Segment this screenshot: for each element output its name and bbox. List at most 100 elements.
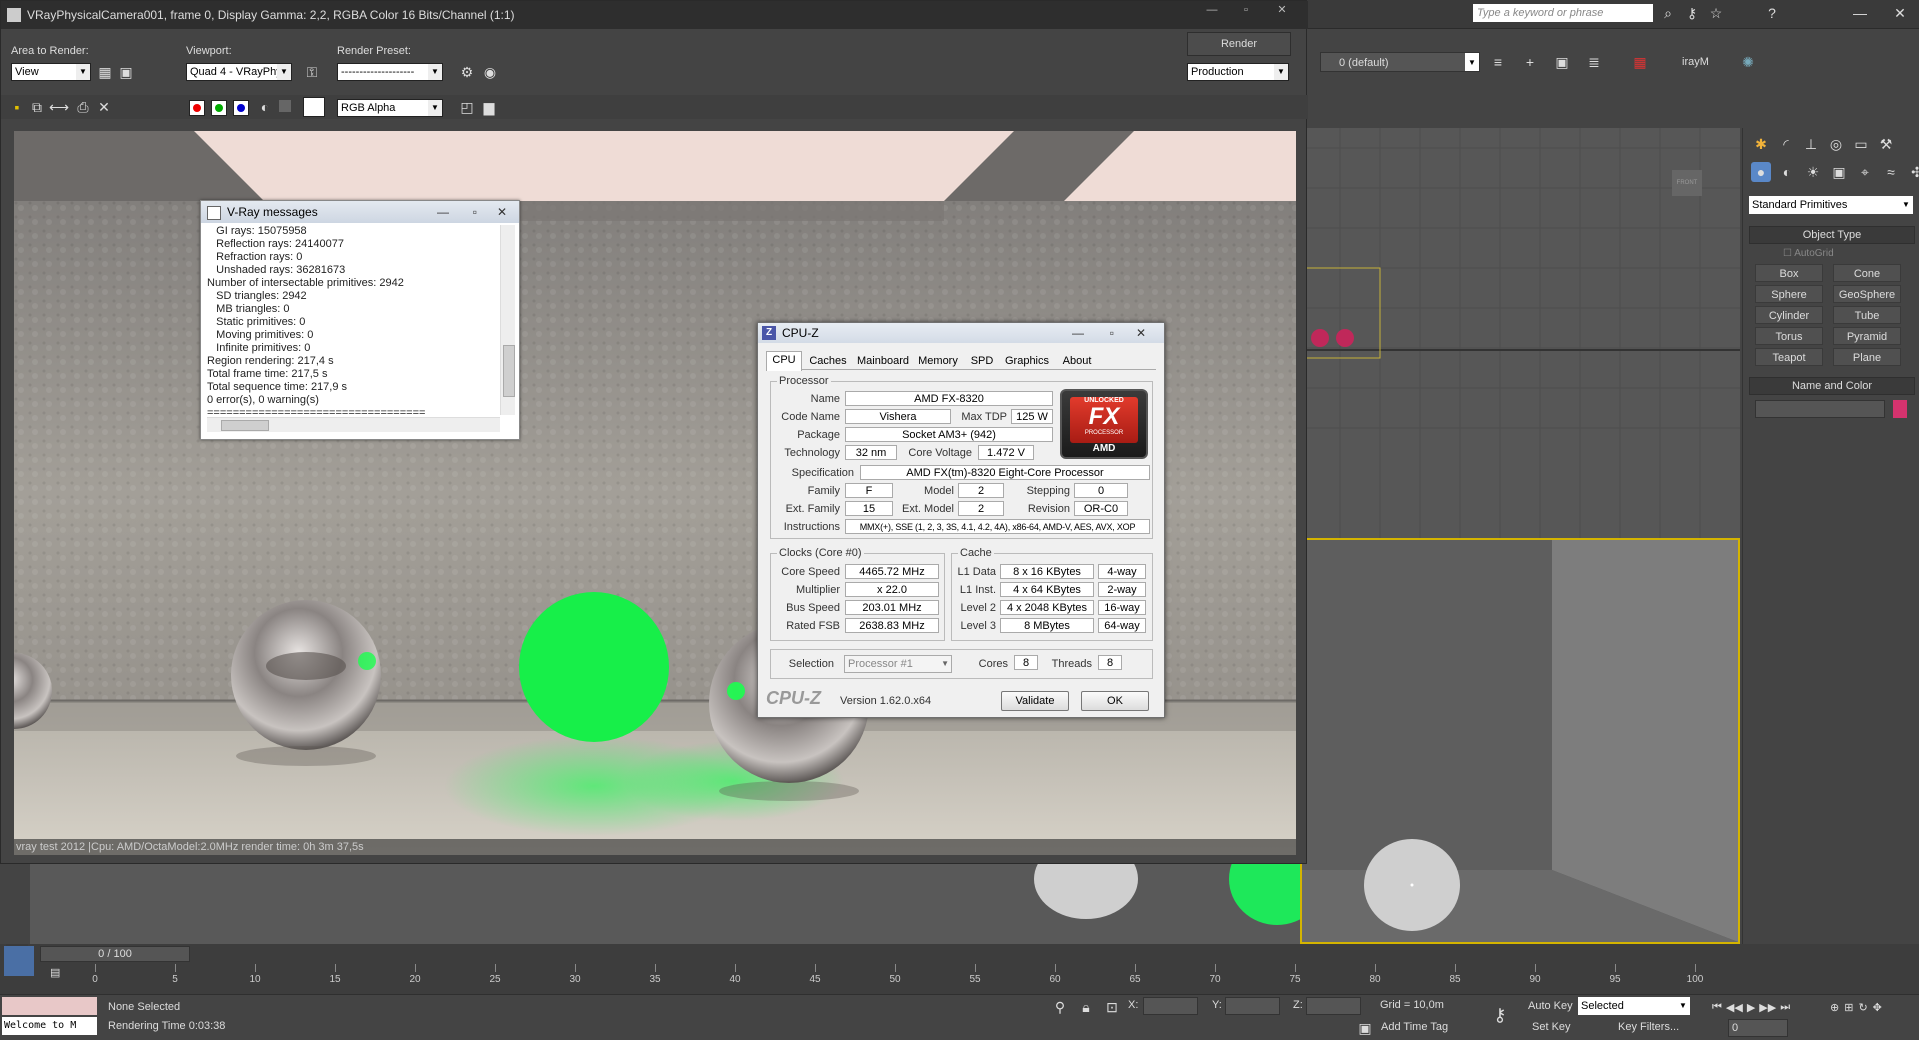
close-icon[interactable]: ✕ [497,201,507,223]
viewport-top-right[interactable]: FRONT [1300,128,1740,538]
orbit-icon[interactable]: ↻ [1858,1001,1867,1014]
spacewarps-icon[interactable]: ≈ [1881,162,1901,182]
layer-manager-icon[interactable]: ≡ [1488,52,1508,72]
minimize-icon[interactable]: — [1197,1,1227,21]
object-name-field[interactable] [1755,400,1885,418]
render-frame-icon[interactable]: ▦ [1630,52,1650,72]
green-channel-toggle[interactable] [211,100,227,116]
cylinder-button[interactable]: Cylinder [1755,306,1823,324]
track-mouse-icon[interactable]: ◰ [457,97,477,117]
hierarchy-tab-icon[interactable]: ⊥ [1801,134,1821,154]
minimize-icon[interactable]: — [1850,3,1870,23]
select-layer-icon[interactable]: ▣ [1552,52,1572,72]
viewport-perspective[interactable] [1300,538,1740,944]
maxscript-listener-pink[interactable] [2,997,97,1015]
time-tag-icon[interactable]: ▣ [1355,1018,1375,1038]
layer-props-icon[interactable]: ≣ [1584,52,1604,72]
display-correction-icon[interactable]: ▆ [479,97,499,117]
go-to-start-icon[interactable]: ⏮ [1712,1001,1722,1014]
mono-toggle[interactable] [279,100,291,112]
close-icon[interactable]: ✕ [1890,3,1910,23]
z-coordinate-field[interactable] [1306,997,1361,1015]
add-time-tag[interactable]: Add Time Tag [1381,1021,1448,1033]
next-frame-icon[interactable]: ▶▶ [1759,1001,1776,1014]
teapot-button[interactable]: Teapot [1755,348,1823,366]
timeline-ticks[interactable]: 0 5 10 15 20 25 30 35 40 45 50 55 60 65 70 75 80 85 90 95 10… [92,964,1703,994]
object-type-rollout[interactable]: Object Type [1749,226,1915,244]
minimize-icon[interactable]: — [1072,323,1084,343]
clone-frame-icon[interactable]: ⧉ [27,97,47,117]
maxscript-listener[interactable]: Welcome to M [2,1017,97,1035]
primitive-type-dropdown[interactable]: Standard Primitives ▼ [1749,196,1913,214]
render-setup-icon[interactable]: ⚙ [457,62,477,82]
systems-icon[interactable]: ✣ [1907,162,1919,182]
create-tab-icon[interactable]: ✱ [1751,134,1771,154]
scroll-thumb[interactable] [503,345,515,397]
absolute-mode-icon[interactable]: ⊡ [1102,997,1122,1017]
tab-graphics[interactable]: Graphics [1002,353,1052,369]
set-key-icon[interactable]: ⚷ [1490,1005,1510,1025]
object-color-swatch[interactable] [1893,400,1907,418]
maximize-icon[interactable]: ▫ [1231,1,1261,21]
tube-button[interactable]: Tube [1833,306,1901,324]
previous-frame-icon[interactable]: ◀◀ [1726,1001,1743,1014]
x-coordinate-field[interactable] [1143,997,1198,1015]
validate-button[interactable]: Validate [1001,691,1069,711]
set-key-button[interactable]: Set Key [1532,1021,1571,1033]
render-preset-dropdown[interactable]: -------------------- ▼ [337,63,443,81]
modify-tab-icon[interactable]: ◜ [1776,134,1796,154]
viewport-bottom-middle[interactable] [890,864,1300,944]
close-icon[interactable]: ✕ [1267,1,1297,21]
swatch-white[interactable] [303,97,325,117]
tab-caches[interactable]: Caches [806,353,850,369]
box-button[interactable]: Box [1755,264,1823,282]
area-to-render-dropdown[interactable]: View ▼ [11,63,91,81]
alpha-toggle-icon[interactable]: ◐ [255,97,275,117]
tab-mainboard[interactable]: Mainboard [854,353,912,369]
sphere-button[interactable]: Sphere [1755,285,1823,303]
tab-about[interactable]: About [1057,353,1097,369]
isolate-icon[interactable]: ⚲ [1050,997,1070,1017]
channel-dropdown[interactable]: RGB Alpha ▼ [337,99,443,117]
go-to-end-icon[interactable]: ⏭ [1780,1001,1790,1014]
binoculars-icon[interactable]: ⌕ [1658,3,1678,23]
copy-channels-icon[interactable]: ⟷ [49,97,69,117]
clear-icon[interactable]: ✕ [94,97,114,117]
print-icon[interactable]: ⎙ [73,97,93,117]
vertical-scrollbar[interactable] [500,225,515,415]
key-filters-button[interactable]: Key Filters... [1618,1021,1679,1033]
shapes-icon[interactable]: ◐ [1777,162,1797,182]
autogrid-checkbox[interactable]: ☐ AutoGrid [1783,248,1834,259]
zoom-all-icon[interactable]: ⊞ [1844,1001,1853,1014]
maximize-icon[interactable]: ▫ [473,201,477,223]
geometry-icon[interactable]: ● [1751,162,1771,182]
environment-icon[interactable]: ◉ [480,62,500,82]
geosphere-button[interactable]: GeoSphere [1833,285,1901,303]
render-button[interactable]: Render [1187,32,1291,56]
tab-spd[interactable]: SPD [967,353,997,369]
close-icon[interactable]: ✕ [1136,323,1146,343]
cone-button[interactable]: Cone [1833,264,1901,282]
layer-dropdown[interactable]: 0 (default) ▼ [1320,52,1480,72]
torus-button[interactable]: Torus [1755,327,1823,345]
horizontal-scrollbar[interactable] [207,417,500,432]
lights-icon[interactable]: ☀ [1803,162,1823,182]
mini-curve-editor-icon[interactable] [4,946,34,976]
plane-button[interactable]: Plane [1833,348,1901,366]
blue-channel-toggle[interactable] [233,100,249,116]
tab-cpu[interactable]: CPU [766,351,802,371]
processor-selection-dropdown[interactable]: Processor #1 ▼ [844,655,952,673]
lock-icon[interactable]: ⚿ [302,62,322,82]
edit-region-icon[interactable]: ▦ [95,62,115,82]
key-icon[interactable]: ⚷ [1682,3,1702,23]
name-color-rollout[interactable]: Name and Color [1749,377,1915,395]
save-image-icon[interactable]: ▪ [7,97,27,117]
ok-button[interactable]: OK [1081,691,1149,711]
settings-icon[interactable]: ✺ [1738,52,1758,72]
star-icon[interactable]: ☆ [1706,3,1726,23]
pyramid-button[interactable]: Pyramid [1833,327,1901,345]
motion-tab-icon[interactable]: ◎ [1826,134,1846,154]
current-frame-field[interactable]: 0 [1728,1019,1788,1037]
search-input[interactable]: Type a keyword or phrase [1473,4,1653,22]
tab-memory[interactable]: Memory [915,353,961,369]
